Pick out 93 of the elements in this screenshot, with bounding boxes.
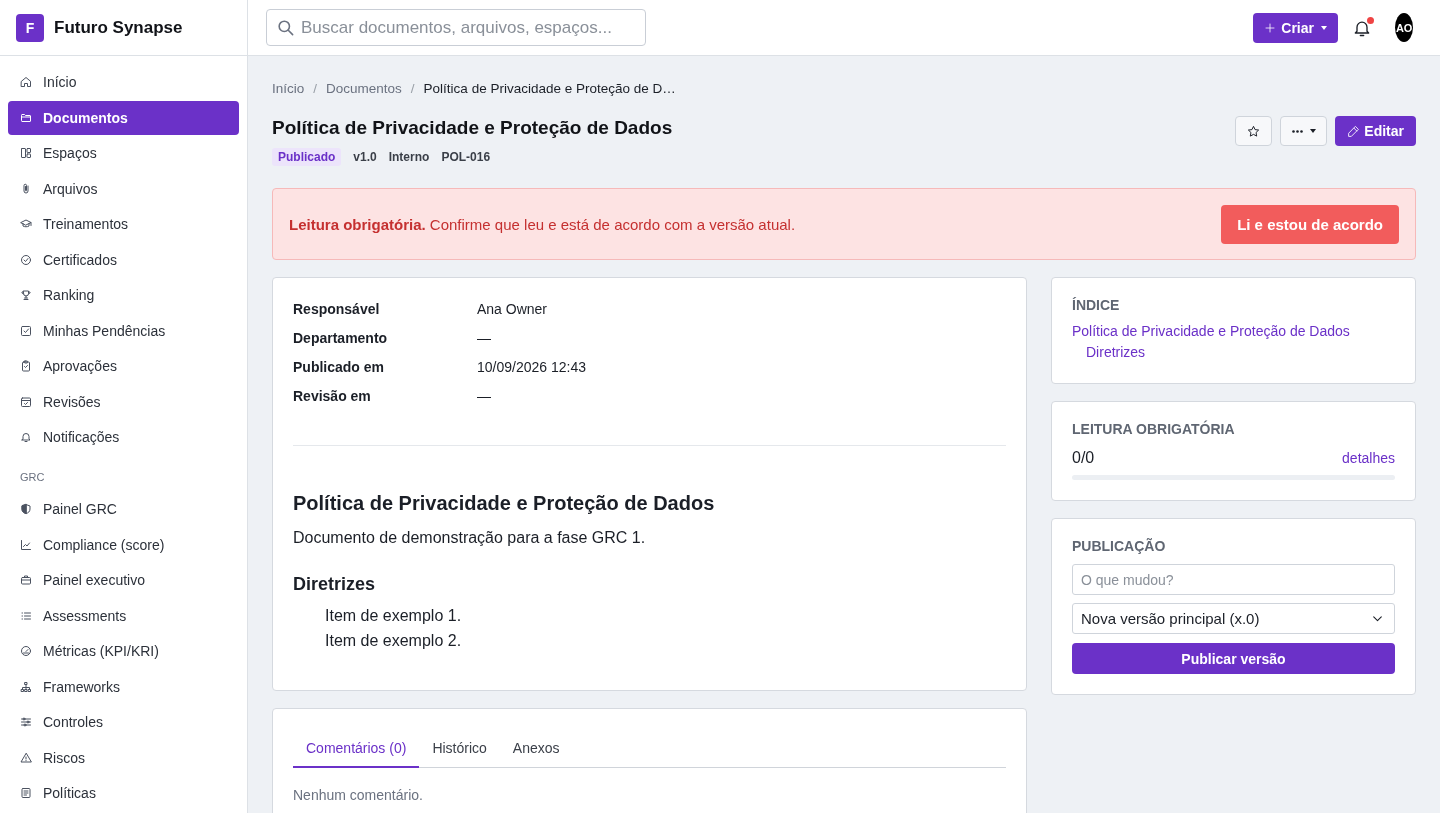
version-select[interactable]: Nova versão principal (x.0) — [1072, 603, 1395, 634]
search-field[interactable]: Buscar documentos, arquivos, espaços... — [266, 9, 646, 46]
tab[interactable]: Anexos — [499, 729, 573, 768]
gauge-icon — [20, 645, 32, 657]
layout-icon — [20, 147, 32, 159]
document-tag: v1.0 — [353, 148, 377, 166]
index-link[interactable]: Diretrizes — [1086, 342, 1395, 363]
caret-icon — [1309, 129, 1316, 133]
search-icon — [276, 18, 295, 37]
sidebar-item[interactable]: Painel GRC — [8, 492, 239, 526]
field-label: Responsável — [293, 300, 381, 317]
card-title: PUBLICAÇÃO — [1072, 537, 1167, 556]
field-label: Departamento — [293, 329, 389, 346]
field-value: — — [477, 387, 492, 404]
sidebar-item[interactable]: Riscos — [8, 740, 239, 775]
create-button[interactable]: Criar — [1253, 12, 1338, 43]
checkbox-icon — [20, 324, 32, 337]
favorite-button[interactable] — [1235, 116, 1273, 146]
sidebar-item[interactable]: Políticas — [8, 776, 239, 810]
sidebar-item[interactable]: Aprovações — [8, 349, 239, 383]
document-tag: POL-016 — [441, 148, 491, 166]
field-value: Ana Owner — [477, 300, 549, 317]
sidebar-item[interactable]: Ranking — [8, 278, 239, 312]
sidebar-item[interactable]: Minhas Pendências — [8, 313, 239, 348]
edit-button[interactable]: Editar — [1335, 116, 1416, 146]
more-icon — [1291, 129, 1303, 133]
line-chart-icon — [20, 538, 32, 551]
sidebar-item[interactable]: Assessments — [8, 598, 239, 633]
sidebar-item[interactable]: Frameworks — [8, 669, 239, 704]
app-name: Futuro Synapse — [54, 17, 183, 38]
caret-icon — [1321, 25, 1327, 30]
field-label: Revisão em — [293, 387, 372, 404]
breadcrumb-separator: / — [410, 80, 415, 98]
user-avatar[interactable]: AO — [1395, 13, 1413, 42]
app-logo: F — [16, 13, 44, 42]
section-heading: GRC — [19, 469, 46, 485]
warning-icon — [20, 751, 32, 764]
breadcrumb-link[interactable]: Política de Privacidade e Proteção de D… — [423, 79, 676, 99]
sidebar-item[interactable]: Documentos — [8, 100, 239, 135]
document-heading: Política de Privacidade e Proteção de Dados — [293, 491, 716, 516]
publish-button[interactable]: Publicar versão — [1072, 643, 1395, 674]
plus-icon — [1264, 21, 1277, 34]
sidebar-item[interactable]: Métricas (KPI/KRI) — [8, 634, 239, 668]
sidebar-item[interactable]: Painel executivo — [8, 563, 239, 597]
sidebar-item[interactable]: Arquivos — [8, 171, 239, 206]
calendar-icon — [20, 395, 32, 408]
check-circle-icon — [20, 253, 32, 266]
status-badge: Publicado — [272, 148, 342, 166]
sidebar-item[interactable]: Treinamentos — [8, 207, 239, 241]
field-value: — — [477, 329, 492, 346]
tab[interactable]: Histórico — [419, 729, 500, 768]
change-note-field[interactable]: O que mudou? — [1072, 564, 1395, 595]
card-title: ÍNDICE — [1072, 296, 1121, 315]
empty-message: Nenhum comentário. — [293, 787, 424, 803]
sidebar-item[interactable]: Controles — [8, 705, 239, 739]
paperclip-icon — [20, 182, 32, 195]
pencil-icon — [1347, 124, 1361, 138]
sidebar-item[interactable]: Notificações — [8, 420, 239, 454]
breadcrumb-link[interactable]: Documentos — [326, 79, 402, 99]
hierarchy-icon — [20, 680, 32, 693]
sidebar-item[interactable]: Compliance (score) — [8, 527, 239, 562]
sidebar-item[interactable]: Espaços — [8, 136, 239, 170]
tab[interactable]: Comentários (0) — [293, 729, 420, 768]
home-icon — [20, 76, 32, 88]
folder-icon — [20, 111, 32, 124]
read-count: 0/0 — [1072, 448, 1095, 468]
list-icon — [20, 609, 32, 622]
card-title: LEITURA OBRIGATÓRIA — [1072, 419, 1236, 439]
field-label: Publicado em — [293, 358, 386, 375]
index-link[interactable]: Política de Privacidade e Proteção de Dados — [1072, 321, 1395, 342]
page-title: Política de Privacidade e Proteção de Dados — [272, 116, 673, 140]
shield-icon — [20, 503, 32, 515]
sidebar-item[interactable]: Revisões — [8, 384, 239, 419]
sidebar-item[interactable]: Início — [8, 65, 239, 99]
bell-icon — [20, 431, 32, 443]
breadcrumb-separator: / — [313, 80, 318, 98]
sidebar-item[interactable]: Certificados — [8, 242, 239, 277]
notifications-button[interactable] — [1352, 16, 1372, 39]
document-paragraph: Documento de demonstração para a fase GRC 1. — [293, 528, 647, 548]
document-icon — [20, 787, 32, 799]
field-value: 10/09/2026 12:43 — [477, 358, 587, 375]
section-heading: Diretrizes — [293, 573, 377, 596]
briefcase-icon — [20, 574, 32, 586]
breadcrumb-link[interactable]: Início — [272, 79, 305, 99]
list-item: Item de exemplo 2. — [325, 631, 463, 651]
graduation-cap-icon — [20, 218, 32, 230]
document-tag: Interno — [388, 148, 430, 166]
clipboard-icon — [20, 360, 32, 372]
list-item: Item de exemplo 1. — [325, 606, 463, 626]
sliders-icon — [20, 716, 32, 728]
alert-message: Leitura obrigatória. Confirme que leu e está de acordo com a versão atual. — [289, 215, 796, 233]
trophy-icon — [20, 289, 32, 301]
details-link[interactable]: detalhes — [1342, 450, 1395, 466]
